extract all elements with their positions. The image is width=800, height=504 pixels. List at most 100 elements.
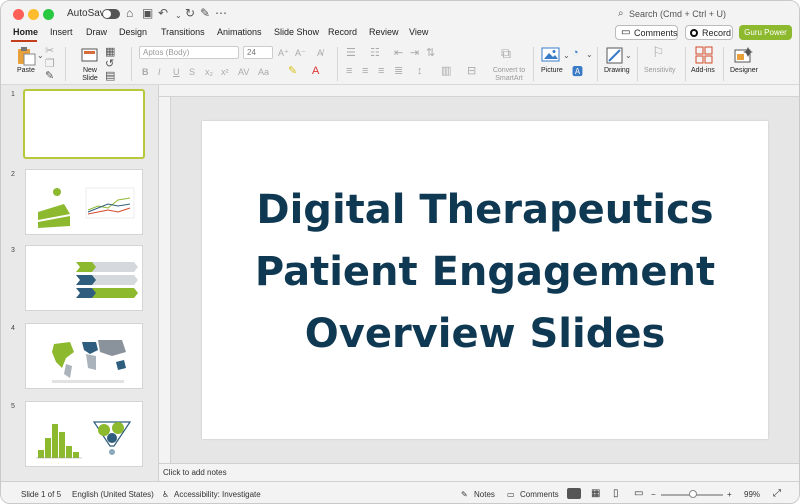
slide-thumbnail-3[interactable] [25, 245, 143, 311]
comments-status-button[interactable]: Comments [520, 490, 559, 499]
shapes-icon[interactable]: ◔ [572, 47, 579, 59]
notes-icon[interactable]: ✎ [461, 490, 468, 499]
bullets-icon[interactable]: ☰ [346, 47, 356, 59]
copy-icon[interactable]: ❐ [45, 58, 55, 70]
cut-icon[interactable]: ✂ [45, 45, 54, 57]
minimize-window-button[interactable] [28, 9, 39, 20]
close-window-button[interactable] [13, 9, 24, 20]
home-icon[interactable]: ⌂ [126, 6, 133, 20]
sensitivity-icon[interactable]: ⚐ [652, 45, 665, 59]
slide-title-text[interactable]: Digital Therapeutics Patient Engagement … [202, 179, 768, 365]
paste-icon[interactable] [15, 46, 37, 66]
line-spacing-icon[interactable]: ↕ [417, 65, 423, 77]
slideshow-view-icon[interactable]: ▭ [634, 488, 643, 499]
text-direction-icon[interactable]: ⇅ [426, 47, 435, 59]
slide-thumbnail-4[interactable] [25, 323, 143, 389]
tab-slide-show[interactable]: Slide Show [274, 27, 319, 37]
increase-font-icon[interactable]: A⁺ [278, 47, 289, 59]
picture-dropdown-icon[interactable]: ⌄ [563, 50, 570, 62]
align-text-icon[interactable]: ⊟ [467, 65, 476, 77]
tab-view[interactable]: View [409, 27, 428, 37]
increase-indent-icon[interactable]: ⇥ [410, 47, 419, 59]
italic-icon[interactable]: I [158, 66, 161, 78]
tab-home[interactable]: Home [13, 27, 38, 37]
numbering-icon[interactable]: ☷ [370, 47, 380, 59]
fit-to-window-icon[interactable]: ⤢ [773, 488, 781, 499]
drawing-dropdown-icon[interactable]: ⌄ [625, 50, 632, 62]
guru-power-button[interactable]: Guru Power [739, 25, 792, 40]
slide-editor[interactable]: Digital Therapeutics Patient Engagement … [159, 85, 799, 463]
reading-view-icon[interactable]: ▯ [613, 488, 619, 499]
drawing-icon[interactable] [605, 46, 625, 66]
zoom-out-icon[interactable]: − [651, 490, 656, 499]
comments-status-icon[interactable]: ▭ [507, 490, 515, 499]
redo-icon[interactable]: ↻ [185, 6, 195, 20]
slide-canvas[interactable]: Digital Therapeutics Patient Engagement … [202, 121, 768, 439]
zoom-level[interactable]: 99% [744, 490, 760, 499]
record-button[interactable]: Record [685, 25, 733, 40]
autosave-toggle[interactable] [102, 9, 120, 19]
more-icon[interactable]: ⋯ [215, 6, 227, 20]
tab-record[interactable]: Record [328, 27, 357, 37]
horizontal-ruler[interactable] [159, 85, 799, 97]
slide-sorter-icon[interactable]: ▦ [591, 488, 600, 499]
slide-thumbnail-panel[interactable]: 1 2 3 4 5 [1, 85, 159, 481]
subscript-icon[interactable]: x₂ [205, 66, 213, 78]
align-right-icon[interactable]: ≡ [378, 65, 384, 77]
designer-icon[interactable] [734, 46, 754, 64]
accessibility-status[interactable]: Accessibility: Investigate [174, 490, 261, 499]
highlight-icon[interactable]: ✎ [288, 65, 297, 77]
clear-format-icon[interactable]: A̸ [317, 47, 323, 59]
tab-transitions[interactable]: Transitions [161, 27, 205, 37]
language-indicator[interactable]: English (United States) [72, 490, 154, 499]
search-box[interactable]: Search (Cmd + Ctrl + U) [629, 9, 726, 19]
picture-icon[interactable] [541, 47, 561, 63]
paste-dropdown-icon[interactable]: ⌄ [37, 50, 44, 62]
section-icon[interactable]: ▤ [105, 70, 115, 82]
notes-pane[interactable]: Click to add notes [159, 463, 799, 481]
slide-thumbnail-5[interactable] [25, 401, 143, 467]
addins-icon[interactable] [695, 46, 713, 64]
font-name-select[interactable]: Aptos (Body) [139, 46, 239, 59]
zoom-slider-handle[interactable] [689, 490, 697, 498]
underline-icon[interactable]: U [173, 66, 180, 78]
search-icon[interactable]: ⌕ [618, 7, 624, 21]
undo-dropdown-icon[interactable]: ⌄ [175, 9, 182, 23]
align-left-icon[interactable]: ≡ [346, 65, 352, 77]
maximize-window-button[interactable] [43, 9, 54, 20]
format-painter-icon[interactable]: ✎ [200, 6, 210, 20]
slide-thumbnail-1[interactable] [23, 89, 145, 159]
tab-draw[interactable]: Draw [86, 27, 107, 37]
comments-button[interactable]: ▭ Comments [615, 25, 678, 40]
decrease-font-icon[interactable]: A⁻ [295, 47, 306, 59]
reset-icon[interactable]: ↺ [105, 58, 114, 70]
normal-view-icon[interactable] [567, 488, 581, 499]
bold-icon[interactable]: B [142, 66, 149, 78]
superscript-icon[interactable]: x² [221, 66, 229, 78]
zoom-in-icon[interactable]: + [727, 490, 732, 499]
layout-icon[interactable]: ▦ [105, 46, 115, 58]
tab-animations[interactable]: Animations [217, 27, 262, 37]
font-size-select[interactable]: 24 [243, 46, 273, 59]
change-case-icon[interactable]: Aa [258, 66, 269, 78]
strikethrough-icon[interactable]: S [189, 66, 195, 78]
vertical-ruler[interactable] [159, 97, 171, 463]
format-brush-icon[interactable]: ✎ [45, 70, 54, 82]
shapes-dropdown-icon[interactable]: ⌄ [586, 49, 593, 61]
justify-icon[interactable]: ≣ [394, 65, 403, 77]
save-icon[interactable]: ▣ [142, 6, 153, 20]
char-spacing-icon[interactable]: AV [238, 66, 249, 78]
new-slide-icon[interactable] [80, 46, 100, 64]
decrease-indent-icon[interactable]: ⇤ [394, 47, 403, 59]
smartart-icon[interactable]: ⧉ [501, 46, 511, 60]
textbox-icon[interactable]: 🅰 [572, 66, 583, 78]
slide-thumbnail-2[interactable] [25, 169, 143, 235]
accessibility-icon[interactable]: ♿ [162, 490, 169, 499]
undo-icon[interactable]: ↶ [158, 6, 168, 20]
tab-insert[interactable]: Insert [50, 27, 73, 37]
tab-design[interactable]: Design [119, 27, 147, 37]
font-color-icon[interactable]: A [312, 65, 319, 77]
align-center-icon[interactable]: ≡ [362, 65, 368, 77]
notes-button[interactable]: Notes [474, 490, 495, 499]
tab-review[interactable]: Review [369, 27, 399, 37]
